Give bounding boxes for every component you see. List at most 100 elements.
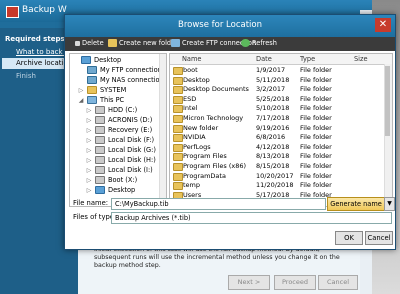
tree-item[interactable]: ▷ Recovery (E:)	[86, 126, 152, 134]
tree-item[interactable]: ▷ ACRONIS (D:)	[86, 116, 152, 124]
tree-expander[interactable]: ▷	[86, 127, 92, 134]
column-header-type[interactable]: Type	[300, 55, 315, 63]
file-name: Micron Technology	[183, 114, 244, 122]
close-icon[interactable]: ✕	[375, 18, 391, 32]
file-type: File folder	[300, 114, 332, 122]
tree-expander[interactable]: ▷	[86, 177, 92, 184]
file-row[interactable]: boot1/9/201711:51 PMFile folder	[170, 66, 382, 75]
tree-item-label: Local Disk (F:)	[108, 136, 155, 144]
tree-item[interactable]: ◢ This PC	[78, 96, 124, 104]
generate-name-dropdown[interactable]: ▼	[384, 197, 395, 211]
folder-icon	[173, 153, 183, 162]
column-header-date[interactable]: Date	[256, 55, 272, 63]
drive-icon	[95, 166, 105, 174]
pc-icon	[87, 96, 97, 104]
file-row[interactable]: Program Files (x86)8/15/20185:16 PMFile …	[170, 162, 382, 171]
drive-icon	[95, 146, 105, 154]
folder-tree[interactable]: Desktop My FTP connections My NAS connec…	[69, 53, 167, 207]
tree-item[interactable]: ▷ SYSTEM	[78, 86, 126, 94]
column-header-size[interactable]: Size	[354, 55, 368, 63]
tree-item[interactable]: ▷ Local Disk (I:)	[86, 166, 153, 174]
tree-expander[interactable]: ▷	[86, 157, 92, 164]
tree-expander[interactable]: ▷	[86, 187, 92, 194]
ok-button[interactable]: OK	[335, 231, 363, 245]
file-row[interactable]: temp11/20/201811:37 AMFile folder	[170, 181, 382, 191]
file-row[interactable]: Program Files8/13/20184:47 PMFile folder	[170, 152, 382, 162]
file-name: Program Files (x86)	[183, 162, 247, 170]
folder-icon	[173, 172, 183, 181]
file-date: 5/11/2018	[256, 75, 290, 84]
folder-icon	[173, 163, 183, 171]
tree-item[interactable]: ▷ HDD (C:)	[86, 106, 137, 114]
column-header-name[interactable]: Name	[182, 55, 201, 63]
file-row[interactable]: Desktop5/11/20188:36 PMFile folder	[170, 76, 382, 85]
file-row[interactable]: New folder9/19/20166:33 PMFile folder	[170, 124, 382, 133]
tree-expander[interactable]: ▷	[86, 107, 92, 114]
tree-item-label: Local Disk (H:)	[108, 156, 156, 164]
file-name-label: File name:	[73, 199, 109, 207]
new-folder-icon	[108, 39, 117, 47]
file-row[interactable]: ProgramData10/20/20174:22 PMFile folder	[170, 172, 382, 181]
wizard-cancel-button[interactable]: Cancel	[318, 275, 358, 290]
file-name-input[interactable]: C:\MyBackup.tib	[111, 198, 326, 210]
tree-item[interactable]: ▷ Local Disk (F:)	[86, 136, 154, 144]
file-row[interactable]: NVIDIA6/8/201612:24 PMFile folder	[170, 133, 382, 143]
tree-expander[interactable]: ▷	[86, 117, 92, 124]
file-row[interactable]: Desktop Documents3/2/20177:54 PMFile fol…	[170, 85, 382, 95]
file-type: File folder	[300, 66, 332, 74]
tree-expander[interactable]: ▷	[86, 147, 92, 154]
tree-item[interactable]: My NAS connections	[78, 76, 166, 84]
generate-name-button[interactable]: Generate name	[327, 197, 385, 211]
chevron-down-icon: ▼	[387, 200, 392, 207]
cancel-button[interactable]: Cancel	[365, 231, 393, 245]
file-name: ProgramData	[183, 171, 226, 180]
browse-for-location-dialog: Browse for Location ✕ Delete Create new …	[64, 14, 396, 250]
file-type: File folder	[300, 75, 332, 84]
tree-expander[interactable]: ◢	[78, 97, 84, 104]
refresh-button[interactable]: Refresh	[241, 39, 277, 47]
tree-expander[interactable]: ▷	[78, 87, 84, 94]
tree-item[interactable]: ▷ Boot (X:)	[86, 176, 137, 184]
files-of-type-label: Files of type:	[73, 213, 117, 221]
drive-icon	[95, 106, 105, 114]
file-type: File folder	[300, 133, 332, 142]
file-name: NVIDIA	[183, 133, 206, 142]
file-type: File folder	[300, 123, 332, 132]
tree-item[interactable]: ▷ Local Disk (H:)	[86, 156, 156, 164]
tree-item-label: Boot (X:)	[108, 176, 138, 184]
tree-expander[interactable]: ▷	[86, 137, 92, 144]
file-name: New folder	[183, 123, 219, 132]
desktop-icon	[81, 56, 91, 64]
tree-item-label: My FTP connections	[100, 66, 166, 74]
tree-expander[interactable]: ▷	[86, 167, 92, 174]
folder-icon	[173, 124, 183, 133]
file-list[interactable]: Name Date Type Size boot1/9/201711:51 PM…	[169, 53, 393, 207]
tree-item-label: Local Disk (G:)	[108, 146, 156, 154]
files-of-type-select[interactable]: Backup Archives (*.tib)	[111, 212, 392, 224]
generate-name-label: Generate name	[330, 200, 382, 208]
file-row[interactable]: Intel5/10/201811:16 PMFile folder	[170, 104, 382, 114]
tree-item[interactable]: ▷ Desktop	[86, 186, 135, 194]
next-button[interactable]: Next >	[228, 275, 270, 290]
tree-item[interactable]: ▷ Local Disk (G:)	[86, 146, 156, 154]
file-date: 8/15/2018	[256, 162, 290, 170]
scrollbar-thumb[interactable]	[385, 66, 390, 136]
file-row[interactable]: Micron Technology7/17/20188:54 PMFile fo…	[170, 114, 382, 123]
delete-button[interactable]: Delete	[75, 39, 104, 47]
tree-scrollbar[interactable]	[159, 54, 166, 206]
drive-icon	[95, 176, 105, 184]
file-list-header: Name Date Type Size	[170, 54, 392, 65]
file-row[interactable]: PerfLogs4/12/201812:38 AMFile folder	[170, 143, 382, 152]
file-row[interactable]: ESD5/25/201811:16 PMFile folder	[170, 95, 382, 104]
file-date: 7/17/2018	[256, 114, 290, 122]
tree-item[interactable]: Desktop	[72, 56, 121, 64]
tree-item-label: HDD (C:)	[108, 106, 138, 114]
files-of-type-value: Backup Archives (*.tib)	[115, 214, 191, 222]
tree-item[interactable]: My FTP connections	[78, 66, 165, 74]
folder-icon	[173, 76, 183, 85]
proceed-button[interactable]: Proceed	[274, 275, 316, 290]
folder-icon	[173, 134, 183, 143]
create-new-folder-button[interactable]: Create new folder	[108, 39, 178, 47]
file-name: Desktop	[183, 75, 210, 84]
folder-icon	[173, 67, 183, 75]
